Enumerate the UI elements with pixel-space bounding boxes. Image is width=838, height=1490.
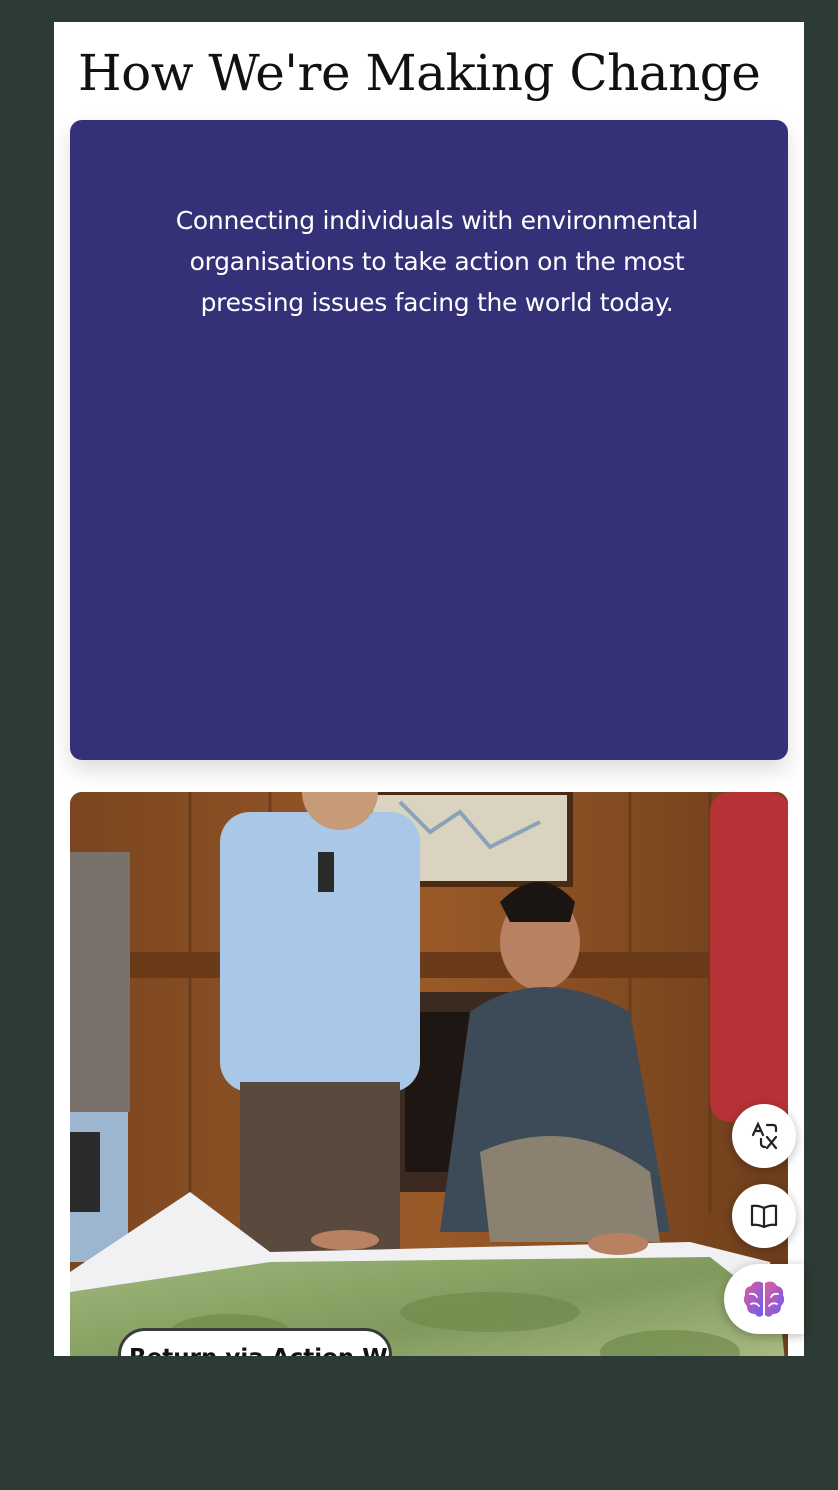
page-container: How We're Making Change Connecting indiv… [54, 22, 804, 1356]
ai-assistant-button[interactable] [724, 1264, 804, 1334]
volunteers-photo [70, 792, 788, 1356]
mission-text: Connecting individuals with environmenta… [175, 206, 699, 317]
reader-mode-button[interactable] [732, 1184, 796, 1248]
book-icon [749, 1201, 779, 1231]
return-action-work-button[interactable]: Return via Action Work [118, 1328, 392, 1356]
page-title: How We're Making Change [78, 44, 761, 102]
brain-icon [742, 1279, 786, 1319]
translate-icon [749, 1121, 779, 1151]
translate-button[interactable] [732, 1104, 796, 1168]
photo-card[interactable]: Return via Action Work [70, 792, 788, 1356]
mission-card: Connecting individuals with environmenta… [70, 120, 788, 760]
